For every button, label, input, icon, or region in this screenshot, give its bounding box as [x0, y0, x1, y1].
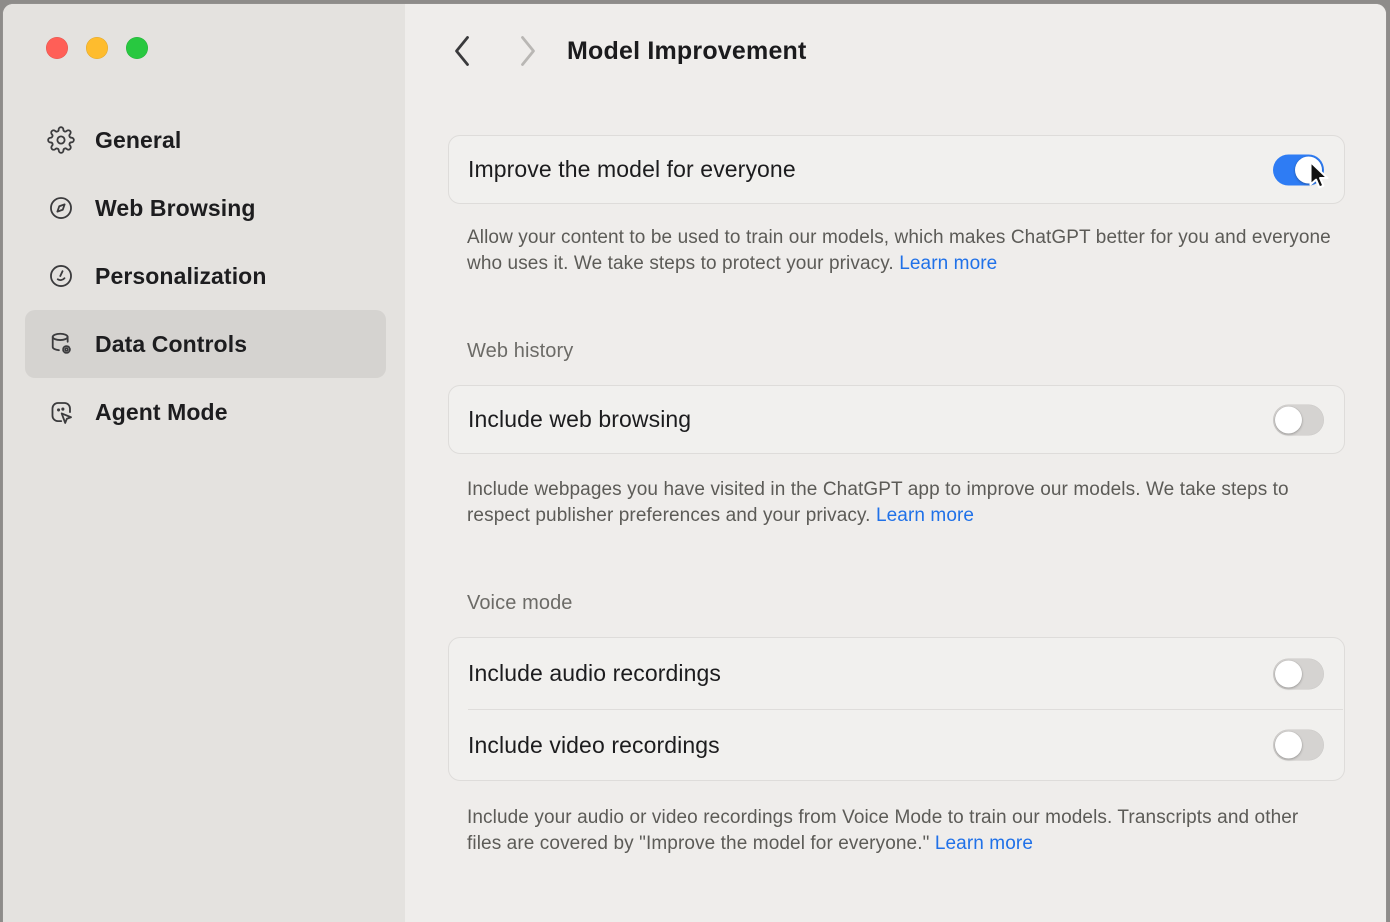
include-web-browsing-row: Include web browsing: [449, 386, 1344, 453]
include-video-toggle[interactable]: [1273, 730, 1324, 761]
back-button[interactable]: [453, 34, 471, 68]
sidebar-item-data-controls[interactable]: Data Controls: [25, 310, 386, 378]
forward-button[interactable]: [519, 34, 537, 68]
compass-icon: [47, 194, 75, 222]
traffic-lights: [46, 37, 148, 59]
main-panel: Model Improvement Improve the model for …: [405, 4, 1386, 922]
toggle-knob: [1275, 732, 1302, 759]
improve-model-description: Allow your content to be used to train o…: [467, 225, 1335, 278]
web-history-card: Include web browsing: [448, 385, 1345, 454]
include-video-label: Include video recordings: [468, 732, 720, 759]
learn-more-link[interactable]: Learn more: [935, 833, 1033, 854]
improve-model-row: Improve the model for everyone: [449, 136, 1344, 203]
minimize-button[interactable]: [86, 37, 108, 59]
sidebar-item-web-browsing[interactable]: Web Browsing: [25, 174, 386, 242]
sidebar-item-agent-mode[interactable]: Agent Mode: [25, 378, 386, 446]
model-improvement-card: Improve the model for everyone: [448, 135, 1345, 204]
agent-face-icon: [47, 398, 75, 426]
toggle-knob: [1275, 660, 1302, 687]
voice-mode-section-label: Voice mode: [467, 592, 573, 615]
zoom-button[interactable]: [126, 37, 148, 59]
sidebar-item-label: General: [95, 127, 181, 154]
page-title: Model Improvement: [567, 37, 807, 66]
sidebar-item-label: Data Controls: [95, 331, 247, 358]
sidebar-item-personalization[interactable]: Personalization: [25, 242, 386, 310]
include-video-row: Include video recordings: [449, 710, 1344, 780]
improve-model-label: Improve the model for everyone: [468, 156, 796, 183]
sidebar-item-general[interactable]: General: [25, 106, 386, 174]
include-audio-toggle[interactable]: [1273, 658, 1324, 689]
clock-icon: [47, 262, 75, 290]
database-gear-icon: [47, 330, 75, 358]
settings-window: General Web Browsing: [2, 3, 1387, 922]
toggle-knob: [1275, 406, 1302, 433]
learn-more-link[interactable]: Learn more: [876, 505, 974, 526]
web-history-description: Include webpages you have visited in the…: [467, 477, 1335, 530]
sidebar-item-label: Web Browsing: [95, 195, 256, 222]
improve-model-toggle[interactable]: [1273, 154, 1324, 185]
voice-mode-description: Include your audio or video recordings f…: [467, 805, 1335, 858]
sidebar-nav: General Web Browsing: [25, 106, 386, 446]
voice-mode-card: Include audio recordings Include video r…: [448, 637, 1345, 781]
sidebar: General Web Browsing: [3, 4, 405, 922]
web-history-section-label: Web history: [467, 340, 573, 363]
close-button[interactable]: [46, 37, 68, 59]
description-text: Include your audio or video recordings f…: [467, 807, 1298, 854]
toggle-knob: [1295, 156, 1322, 183]
learn-more-link[interactable]: Learn more: [899, 253, 997, 274]
include-web-browsing-toggle[interactable]: [1273, 404, 1324, 435]
include-audio-label: Include audio recordings: [468, 660, 721, 687]
sidebar-item-label: Agent Mode: [95, 399, 228, 426]
gear-icon: [47, 126, 75, 154]
desktop-backdrop: General Web Browsing: [0, 0, 1390, 922]
sidebar-item-label: Personalization: [95, 263, 266, 290]
include-audio-row: Include audio recordings: [449, 638, 1344, 709]
include-web-browsing-label: Include web browsing: [468, 406, 691, 433]
